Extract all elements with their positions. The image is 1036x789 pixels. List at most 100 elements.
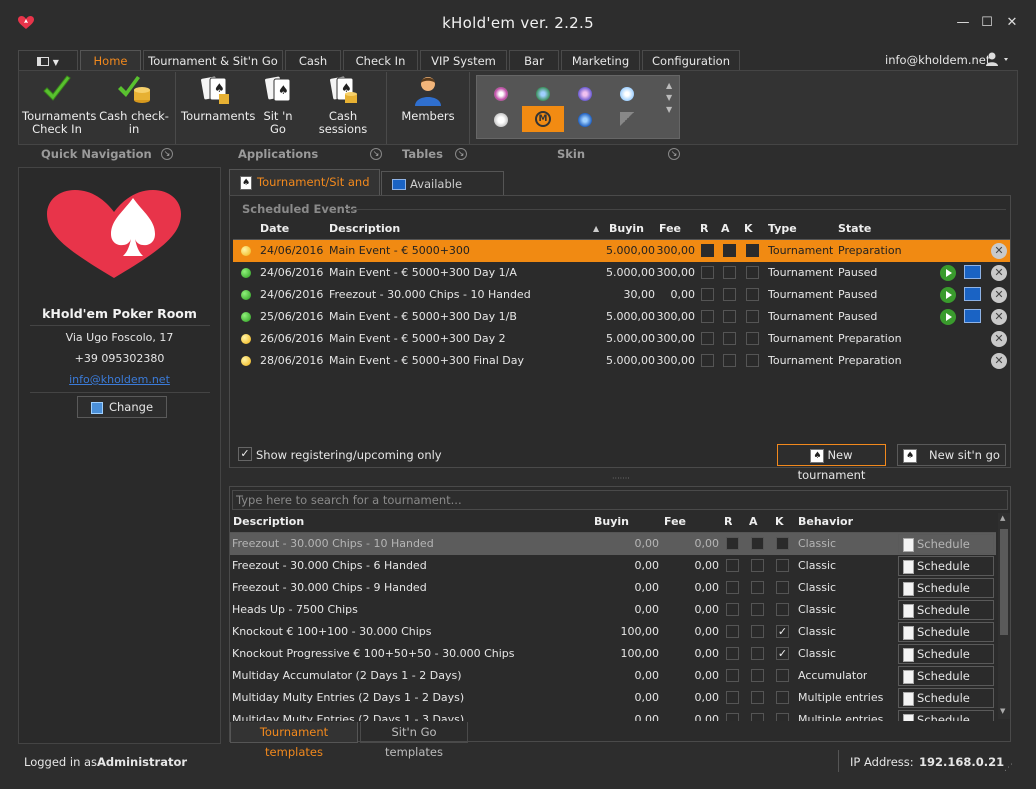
- show-registering-checkbox[interactable]: ✓: [238, 447, 252, 461]
- a-checkbox[interactable]: [751, 647, 764, 660]
- table-row[interactable]: 24/06/2016 Main Event - € 5000+300 5.000,0…: [233, 240, 1010, 262]
- table-row[interactable]: 24/06/2016 Freezout - 30.000 Chips - 10 H…: [233, 284, 1010, 306]
- schedule-button[interactable]: Schedule: [898, 578, 994, 598]
- tab-tournament-sitngo[interactable]: Tournament & Sit'n Go: [143, 50, 283, 71]
- schedule-button[interactable]: Schedule: [898, 622, 994, 642]
- tournaments-checkin-button[interactable]: Tournaments Check In: [22, 74, 96, 136]
- col-description[interactable]: Description: [329, 218, 400, 240]
- k-checkbox[interactable]: [776, 559, 789, 572]
- a-checkbox[interactable]: [751, 691, 764, 704]
- r-checkbox[interactable]: [726, 625, 739, 638]
- k-checkbox[interactable]: [776, 713, 789, 721]
- search-input[interactable]: Type here to search for a tournament...: [232, 490, 1008, 510]
- k-checkbox[interactable]: [746, 266, 759, 279]
- expand-icon[interactable]: ↘: [668, 148, 680, 160]
- minimize-button[interactable]: —: [951, 14, 975, 32]
- close-button[interactable]: ✕: [1000, 14, 1024, 32]
- a-checkbox[interactable]: [751, 559, 764, 572]
- monitor-icon[interactable]: [964, 309, 981, 323]
- tab-cash[interactable]: Cash: [285, 50, 341, 71]
- close-icon[interactable]: ✕: [991, 353, 1007, 369]
- tab-sitngo-templates[interactable]: Sit'n Go templates: [360, 722, 468, 759]
- resize-grip[interactable]: ⋰: [1004, 763, 1013, 773]
- col-a[interactable]: A: [749, 512, 758, 534]
- r-checkbox[interactable]: [726, 713, 739, 721]
- table-row[interactable]: Knockout € 100+100 - 30.000 Chips 100,00 0…: [230, 621, 996, 643]
- cash-sessions-button[interactable]: ♠ Cash sessions: [306, 74, 380, 136]
- templates-scrollbar[interactable]: ▲ ▼: [998, 513, 1010, 719]
- a-checkbox[interactable]: [751, 713, 764, 721]
- close-icon[interactable]: ✕: [991, 309, 1007, 325]
- k-checkbox[interactable]: [746, 244, 759, 257]
- r-checkbox[interactable]: [726, 691, 739, 704]
- schedule-button[interactable]: Schedule: [898, 688, 994, 708]
- table-row[interactable]: 24/06/2016 Main Event - € 5000+300 Day 1/…: [233, 262, 1010, 284]
- tab-tournament-sit-and-go[interactable]: ♠Tournament/Sit and Go: [229, 169, 380, 213]
- sitngo-button[interactable]: ♠ Sit 'n Go: [255, 74, 301, 136]
- play-icon[interactable]: [940, 309, 956, 325]
- table-row[interactable]: Multiday Accumulator (2 Days 1 - 2 Days)…: [230, 665, 996, 687]
- tab-available-screens[interactable]: Available screens: [381, 171, 504, 215]
- a-checkbox[interactable]: [751, 603, 764, 616]
- r-checkbox[interactable]: [701, 244, 714, 257]
- table-row[interactable]: Freezout - 30.000 Chips - 10 Handed 0,00 0…: [230, 533, 996, 555]
- col-state[interactable]: State: [838, 218, 871, 240]
- skin-option[interactable]: [620, 112, 634, 126]
- a-checkbox[interactable]: [723, 244, 736, 257]
- skin-option[interactable]: [494, 87, 508, 101]
- col-fee[interactable]: Fee: [664, 512, 686, 534]
- monitor-icon[interactable]: [964, 265, 981, 279]
- col-fee[interactable]: Fee: [659, 218, 681, 240]
- k-checkbox[interactable]: ✓: [776, 647, 789, 660]
- col-description[interactable]: Description: [233, 512, 304, 534]
- tab-bar[interactable]: Bar: [509, 50, 559, 71]
- a-checkbox[interactable]: [751, 669, 764, 682]
- tournaments-button[interactable]: ♠ Tournaments: [181, 74, 255, 123]
- maximize-button[interactable]: ☐: [975, 14, 999, 32]
- col-behavior[interactable]: Behavior: [798, 512, 853, 534]
- r-checkbox[interactable]: [726, 603, 739, 616]
- r-checkbox[interactable]: [701, 332, 714, 345]
- schedule-button[interactable]: Schedule: [898, 534, 994, 554]
- tab-configuration[interactable]: Configuration: [642, 50, 740, 71]
- skin-option[interactable]: [578, 87, 592, 101]
- new-tournament-button[interactable]: ♠ New tournament: [777, 444, 886, 482]
- table-row[interactable]: Multiday Multy Entries (2 Days 1 - 3 Day…: [230, 709, 996, 721]
- k-checkbox[interactable]: [746, 288, 759, 301]
- schedule-button[interactable]: Schedule: [898, 710, 994, 721]
- table-row[interactable]: Knockout Progressive € 100+50+50 - 30.00…: [230, 643, 996, 665]
- expand-icon[interactable]: ↘: [455, 148, 467, 160]
- splitter-handle[interactable]: ·······: [612, 474, 630, 483]
- app-menu-button[interactable]: ▼: [18, 50, 78, 71]
- r-checkbox[interactable]: [701, 288, 714, 301]
- table-row[interactable]: 25/06/2016 Main Event - € 5000+300 Day 1/…: [233, 306, 1010, 328]
- schedule-button[interactable]: Schedule: [898, 644, 994, 664]
- gallery-scroll[interactable]: ▲ ▼ ▼: [666, 80, 672, 116]
- k-checkbox[interactable]: [776, 537, 789, 550]
- r-checkbox[interactable]: [701, 310, 714, 323]
- a-checkbox[interactable]: [723, 354, 736, 367]
- schedule-button[interactable]: Schedule: [898, 556, 994, 576]
- new-sitngo-button[interactable]: ♠ New sit'n go: [897, 444, 1006, 466]
- a-checkbox[interactable]: [723, 288, 736, 301]
- close-icon[interactable]: ✕: [991, 287, 1007, 303]
- table-row[interactable]: 28/06/2016 Main Event - € 5000+300 Final …: [233, 350, 1010, 372]
- expand-icon[interactable]: ↘: [370, 148, 382, 160]
- table-row[interactable]: 26/06/2016 Main Event - € 5000+300 Day 2 5…: [233, 328, 1010, 350]
- close-icon[interactable]: ✕: [991, 265, 1007, 281]
- play-icon[interactable]: [940, 265, 956, 281]
- skin-option-selected[interactable]: M: [522, 106, 564, 132]
- tab-marketing[interactable]: Marketing: [561, 50, 640, 71]
- skin-option[interactable]: [536, 87, 550, 101]
- col-r[interactable]: R: [700, 218, 708, 240]
- tab-vip-system[interactable]: VIP System: [420, 50, 507, 71]
- r-checkbox[interactable]: [726, 559, 739, 572]
- tab-tournament-templates[interactable]: Tournament templates: [230, 722, 358, 759]
- k-checkbox[interactable]: [776, 669, 789, 682]
- a-checkbox[interactable]: [751, 625, 764, 638]
- col-date[interactable]: Date: [260, 218, 289, 240]
- tab-check-in[interactable]: Check In: [343, 50, 418, 71]
- a-checkbox[interactable]: [723, 332, 736, 345]
- r-checkbox[interactable]: [701, 354, 714, 367]
- a-checkbox[interactable]: [723, 310, 736, 323]
